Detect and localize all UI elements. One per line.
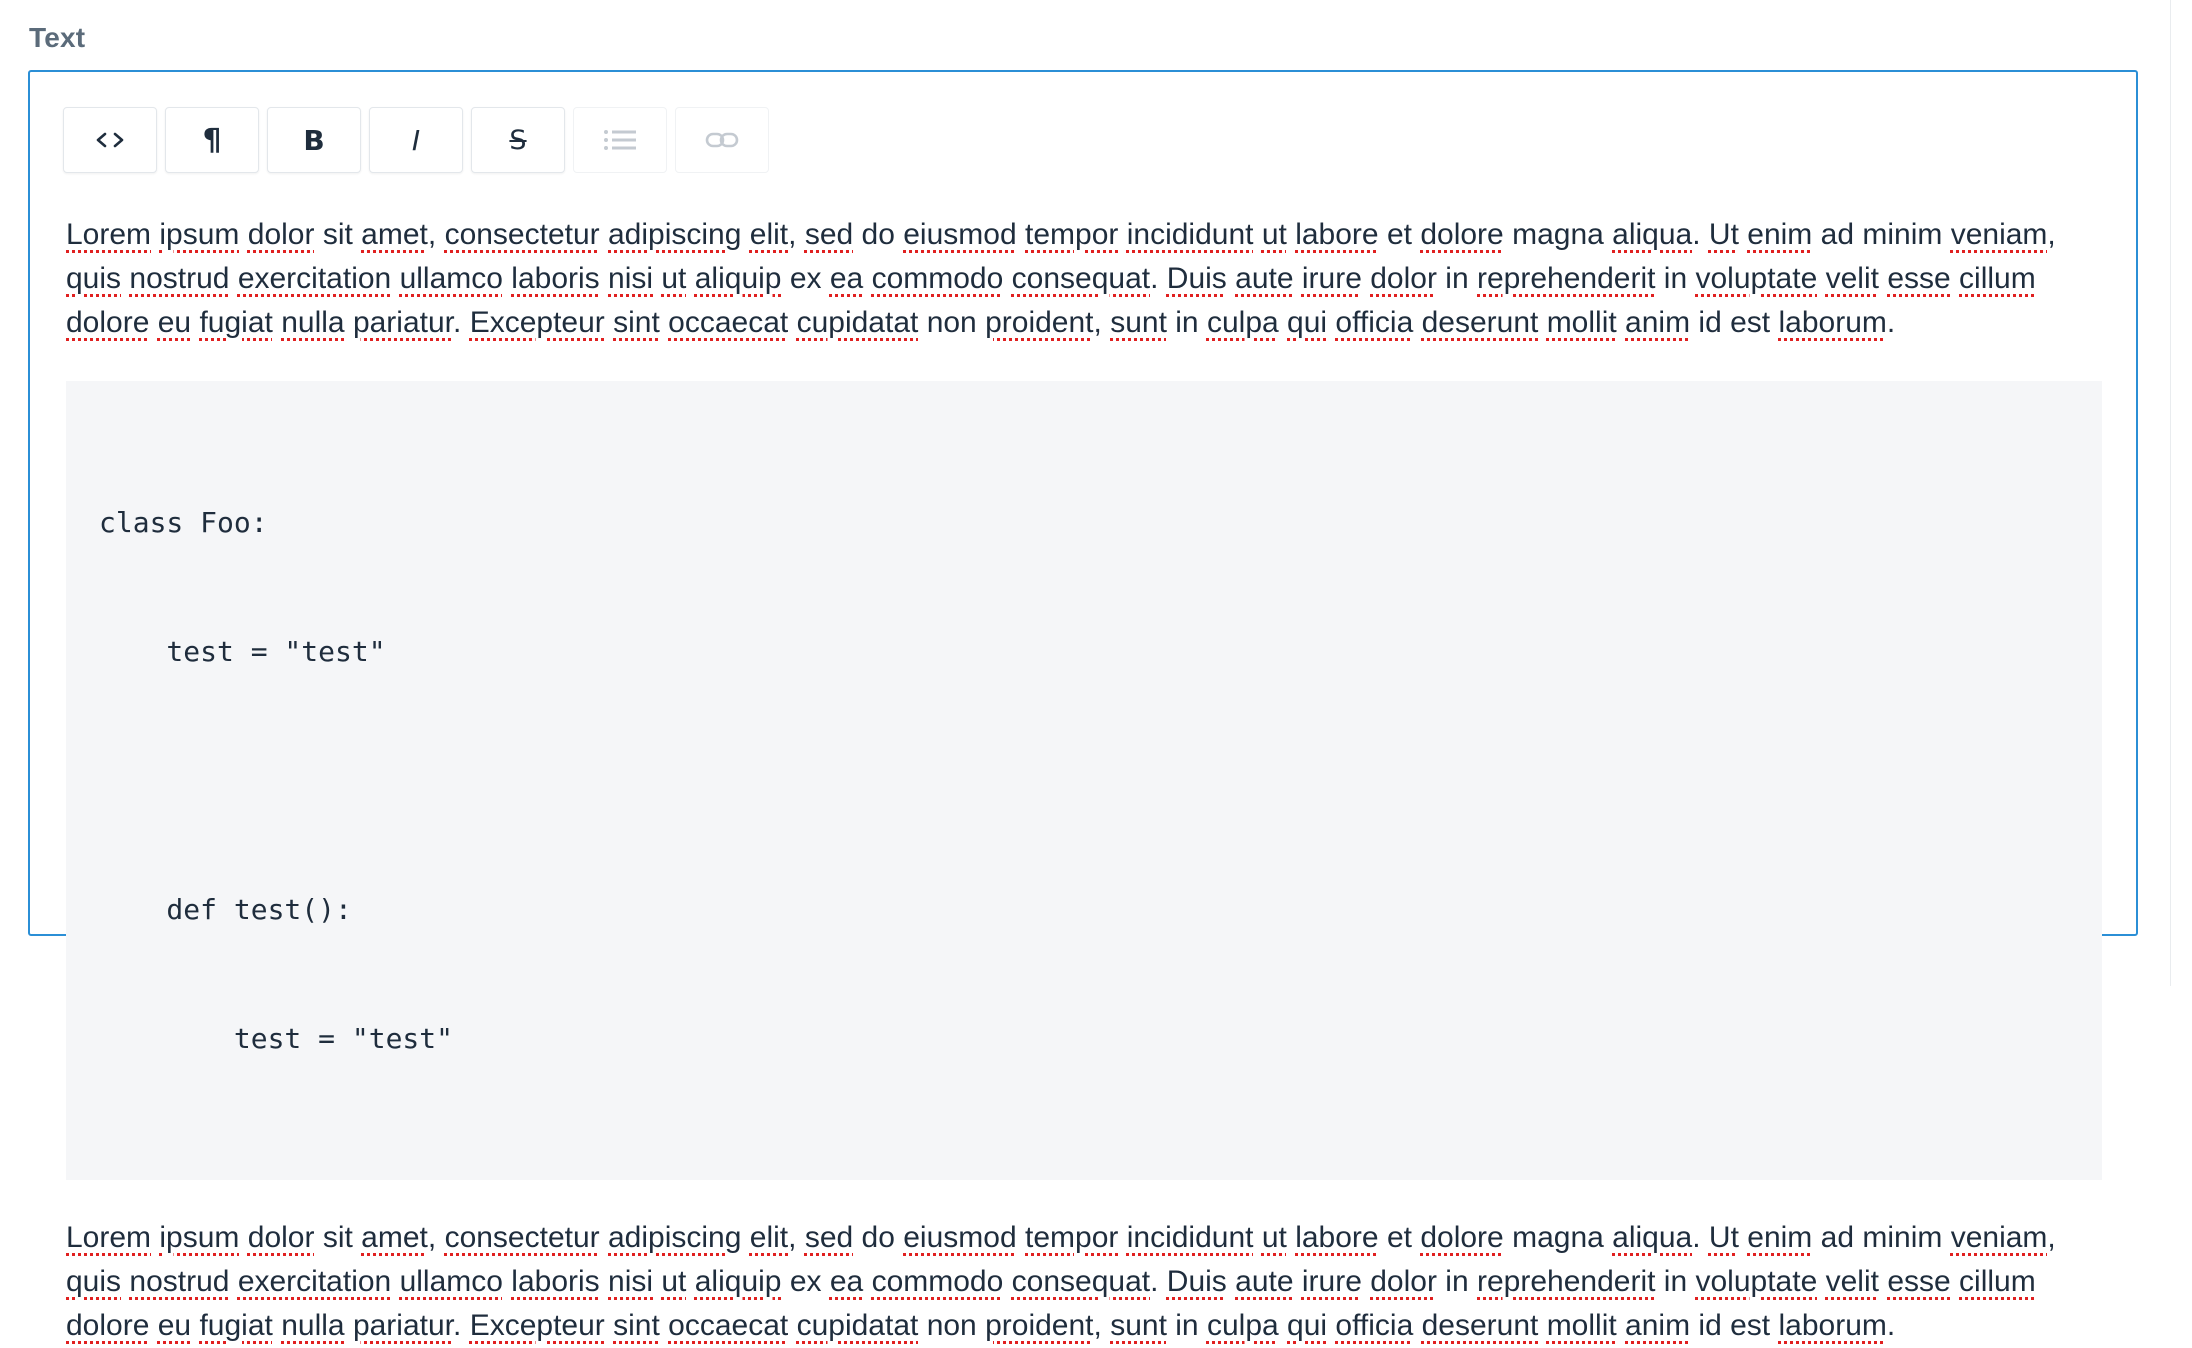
- code-button[interactable]: [63, 107, 157, 173]
- link-button[interactable]: [675, 107, 769, 173]
- rich-text-editor[interactable]: ¶ B I S Lorem ipsum dolor sit amet, cons…: [28, 70, 2138, 1342]
- code-icon: [96, 132, 124, 148]
- bullet-list-button[interactable]: [573, 107, 667, 173]
- list-icon: [604, 130, 636, 150]
- editor-toolbar: ¶ B I S: [63, 107, 769, 175]
- paragraph: Lorem ipsum dolor sit amet, consectetur …: [66, 1221, 2056, 1342]
- paragraph-button[interactable]: ¶: [165, 107, 259, 173]
- strikethrough-button[interactable]: S: [471, 107, 565, 173]
- field-label: Text: [29, 22, 86, 53]
- editor-content[interactable]: Lorem ipsum dolor sit amet, consectetur …: [66, 213, 2106, 1348]
- code-line: test = "test": [99, 1022, 454, 1055]
- code-line: def test():: [99, 893, 352, 926]
- code-line: test = "test": [99, 635, 386, 668]
- panel-edge: [2170, 0, 2171, 986]
- paragraph-icon: ¶: [202, 122, 222, 158]
- bold-button[interactable]: B: [267, 107, 361, 173]
- link-icon: [705, 132, 739, 148]
- italic-icon: I: [411, 123, 421, 157]
- paragraph: Lorem ipsum dolor sit amet, consectetur …: [66, 218, 2056, 339]
- bold-icon: B: [303, 123, 325, 157]
- italic-button[interactable]: I: [369, 107, 463, 173]
- strikethrough-icon: S: [509, 124, 527, 156]
- code-block: class Foo: test = "test" def test(): tes…: [66, 381, 2102, 1180]
- code-line: class Foo:: [99, 506, 268, 539]
